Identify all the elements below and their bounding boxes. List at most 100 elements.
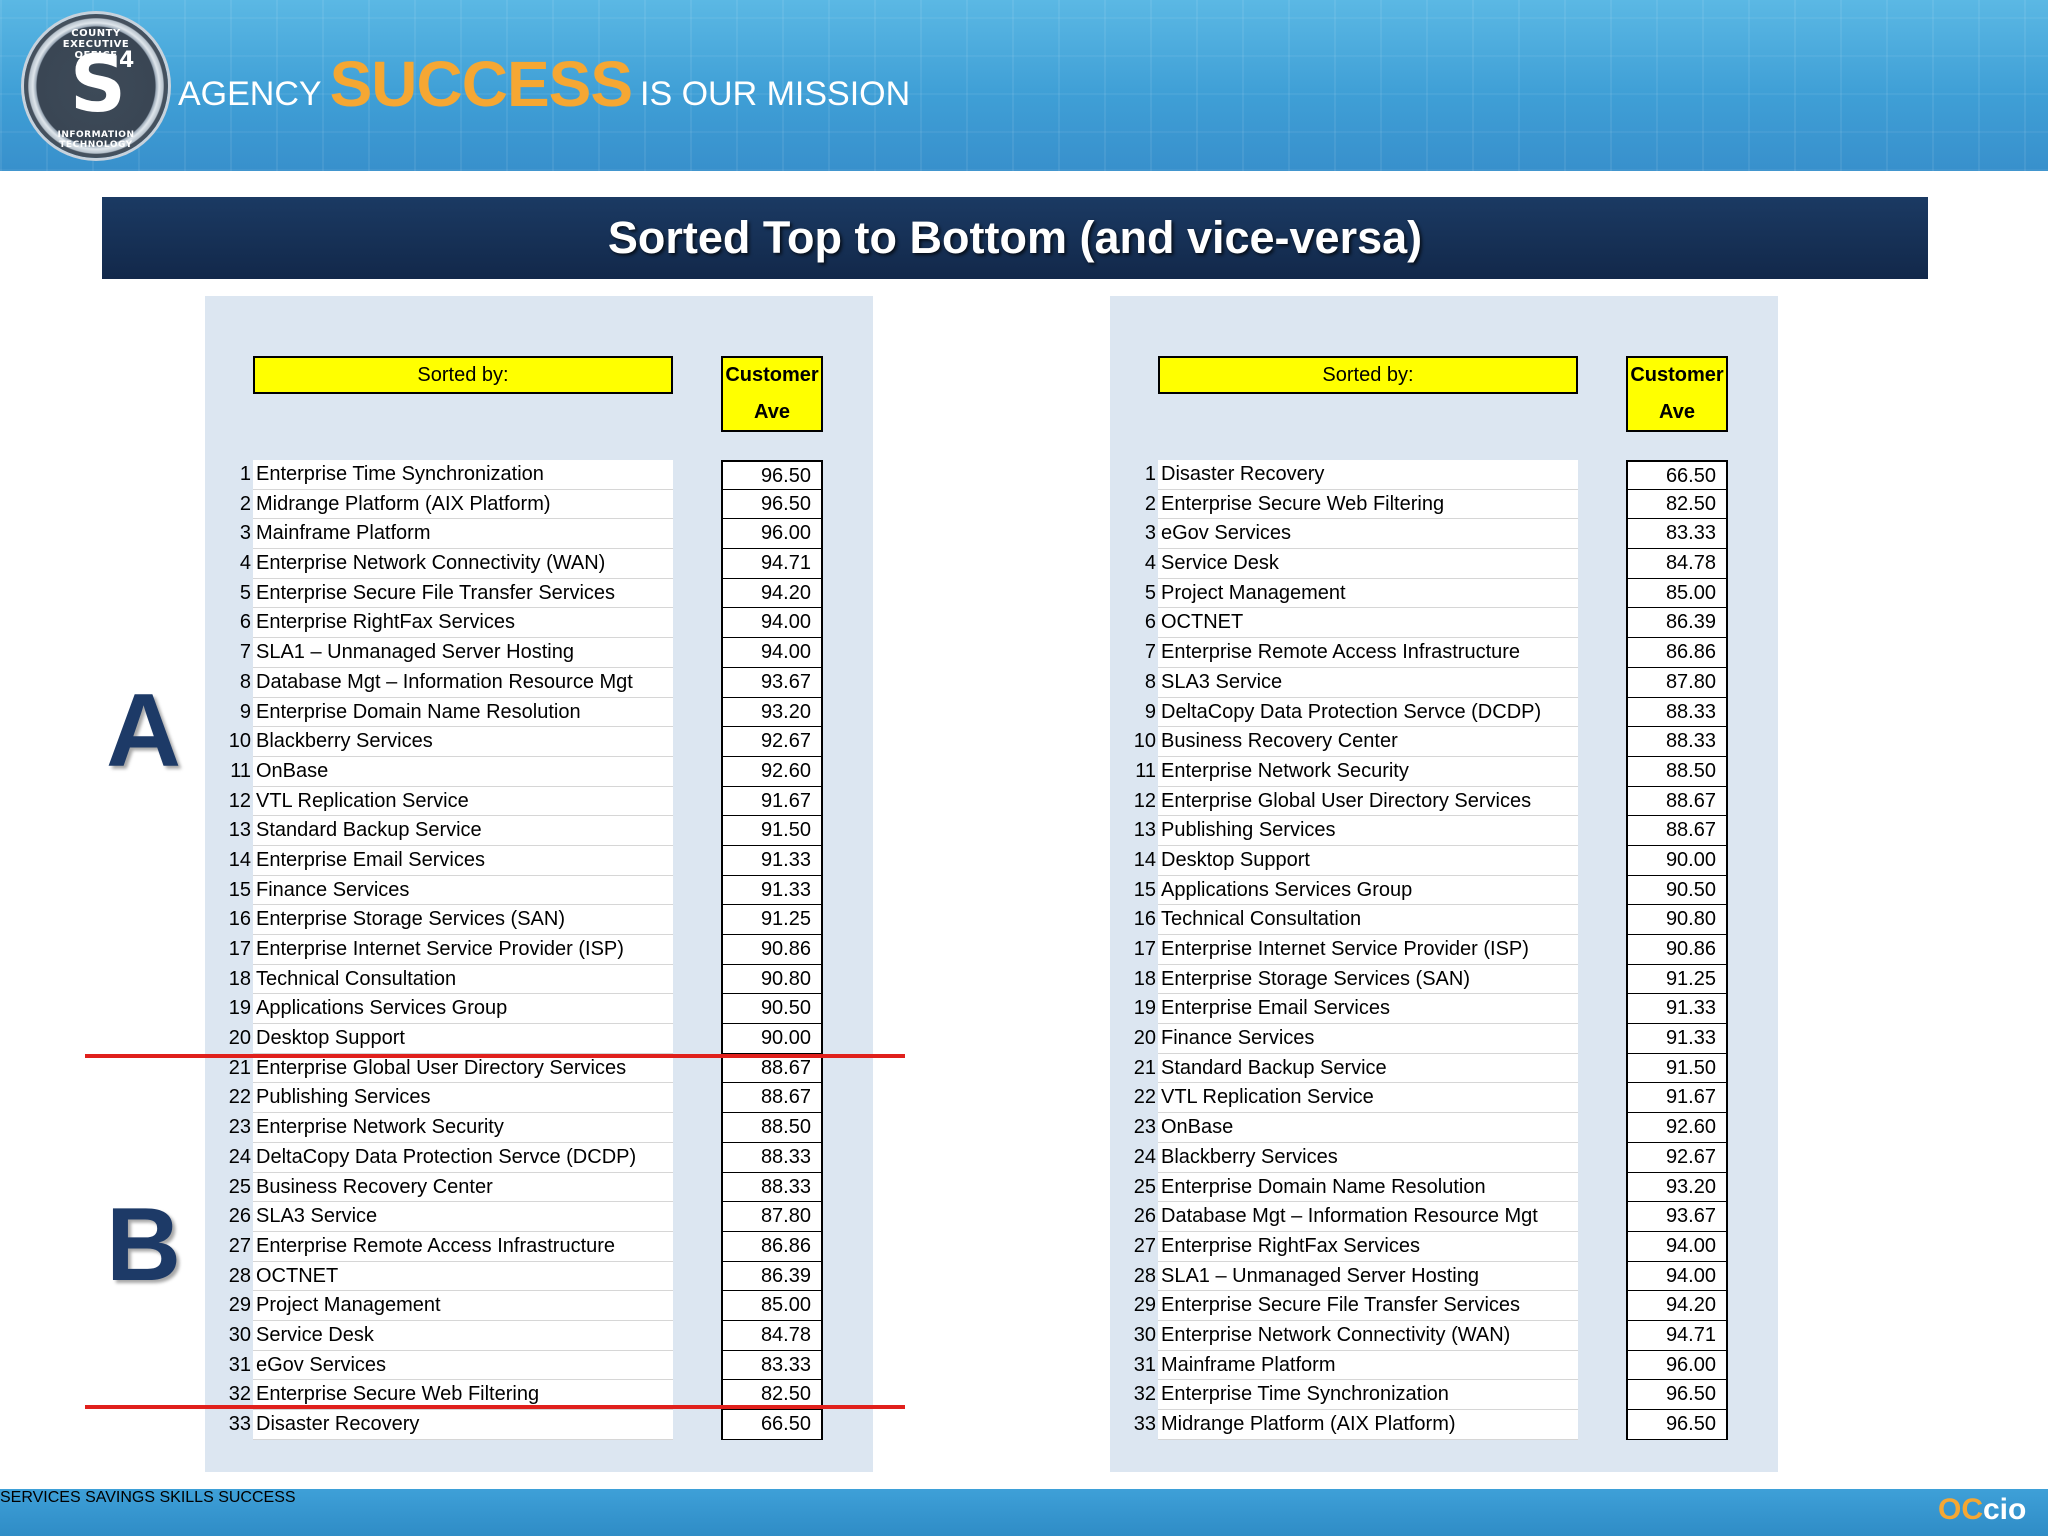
table-row: 29 Enterprise Secure File Transfer Servic… [1110, 1291, 1778, 1321]
row-service-name: Technical Consultation [1158, 905, 1578, 935]
row-rank: 26 [228, 1205, 251, 1228]
table-row: 15 Applications Services Group 90.50 [1110, 875, 1778, 906]
row-rank: 6 [239, 611, 251, 634]
row-customer-ave: 88.67 [721, 1053, 823, 1084]
row-service-name: SLA1 – Unmanaged Server Hosting [253, 638, 673, 668]
table-row: 24 Blackberry Services 92.67 [1110, 1142, 1778, 1173]
table-row: 16 Enterprise Storage Services (SAN) 91.25 [205, 905, 873, 935]
table-row: 31 eGov Services 83.33 [205, 1350, 873, 1381]
row-rank: 21 [228, 1056, 251, 1079]
row-rank: 22 [228, 1086, 251, 1109]
occio-logo: OCcio [1938, 1493, 2038, 1533]
footer-link-success[interactable]: SUCCESS [218, 1489, 295, 1506]
row-service-name: Enterprise Secure File Transfer Services [1158, 1291, 1578, 1321]
row-rank: 5 [1144, 581, 1156, 604]
row-customer-ave: 96.00 [1626, 1350, 1728, 1381]
footer-link-savings[interactable]: SAVINGS [85, 1489, 155, 1506]
table-row: 3 Mainframe Platform 96.00 [205, 519, 873, 550]
row-rank: 30 [228, 1323, 251, 1346]
row-customer-ave: 93.20 [1626, 1172, 1728, 1203]
table-row: 12 VTL Replication Service 91.67 [205, 786, 873, 817]
row-rank: 21 [1133, 1056, 1156, 1079]
row-service-name: Desktop Support [1158, 845, 1578, 876]
row-service-name: Blackberry Services [253, 727, 673, 757]
row-rank: 20 [1133, 1027, 1156, 1050]
row-service-name: Business Recovery Center [1158, 727, 1578, 757]
row-rank: 23 [228, 1116, 251, 1139]
row-rank: 6 [1144, 611, 1156, 634]
row-service-name: Enterprise Time Synchronization [253, 460, 673, 490]
row-service-name: Standard Backup Service [1158, 1053, 1578, 1084]
row-customer-ave: 90.80 [1626, 905, 1728, 935]
row-customer-ave: 91.50 [1626, 1053, 1728, 1084]
row-customer-ave: 91.33 [721, 875, 823, 906]
table-row: 18 Enterprise Storage Services (SAN) 91.25 [1110, 964, 1778, 995]
row-customer-ave: 94.00 [721, 638, 823, 668]
table-row: 20 Finance Services 91.33 [1110, 1024, 1778, 1054]
row-rank: 24 [228, 1145, 251, 1168]
row-service-name: Enterprise Domain Name Resolution [253, 697, 673, 728]
row-customer-ave: 88.67 [721, 1083, 823, 1114]
row-service-name: Disaster Recovery [253, 1410, 673, 1440]
row-customer-ave: 94.20 [1626, 1291, 1728, 1321]
table-row: 24 DeltaCopy Data Protection Servce (DCDP… [205, 1142, 873, 1173]
row-service-name: eGov Services [253, 1350, 673, 1381]
row-rank: 4 [239, 552, 251, 575]
row-service-name: Enterprise RightFax Services [253, 608, 673, 639]
row-service-name: Enterprise Global User Directory Service… [253, 1053, 673, 1084]
row-service-name: Business Recovery Center [253, 1172, 673, 1203]
row-rank: 28 [228, 1264, 251, 1287]
row-service-name: OnBase [253, 756, 673, 787]
row-rank: 25 [228, 1175, 251, 1198]
table-row: 26 SLA3 Service 87.80 [205, 1202, 873, 1232]
row-rank: 14 [1133, 848, 1156, 871]
customer-header-line2: Ave [754, 401, 790, 423]
row-customer-ave: 94.71 [1626, 1320, 1728, 1351]
table-row: 22 VTL Replication Service 91.67 [1110, 1083, 1778, 1114]
table-row: 23 Enterprise Network Security 88.50 [205, 1113, 873, 1143]
row-customer-ave: 91.67 [721, 786, 823, 817]
row-rank: 5 [239, 581, 251, 604]
row-service-name: Service Desk [253, 1320, 673, 1351]
row-customer-ave: 90.00 [721, 1024, 823, 1054]
row-rank: 26 [1133, 1205, 1156, 1228]
row-service-name: OCTNET [1158, 608, 1578, 639]
row-customer-ave: 92.67 [721, 727, 823, 757]
footer-link-skills[interactable]: SKILLS [159, 1489, 213, 1506]
occio-logo-oc: OC [1938, 1493, 1983, 1526]
footer-link-services[interactable]: SERVICES [0, 1489, 81, 1506]
row-customer-ave: 86.39 [1626, 608, 1728, 639]
row-rank: 17 [228, 938, 251, 960]
row-rank: 18 [1133, 967, 1156, 990]
row-rank: 18 [228, 967, 251, 990]
row-service-name: DeltaCopy Data Protection Servce (DCDP) [1158, 697, 1578, 728]
row-rank: 33 [1133, 1413, 1156, 1435]
row-customer-ave: 91.67 [1626, 1083, 1728, 1114]
table-row: 2 Midrange Platform (AIX Platform) 96.50 [205, 489, 873, 520]
row-customer-ave: 83.33 [721, 1350, 823, 1381]
right-table-rows: 1 Disaster Recovery 66.50 2 Enterprise Secur… [1110, 460, 1778, 1440]
row-service-name: Disaster Recovery [1158, 460, 1578, 490]
row-service-name: Enterprise Storage Services (SAN) [253, 905, 673, 935]
row-rank: 3 [1144, 522, 1156, 545]
row-rank: 19 [228, 997, 251, 1020]
row-rank: 29 [228, 1294, 251, 1317]
table-row: 8 Database Mgt – Information Resource Mgt… [205, 667, 873, 698]
row-customer-ave: 90.86 [721, 935, 823, 965]
row-customer-ave: 92.60 [1626, 1113, 1728, 1143]
table-row: 5 Enterprise Secure File Transfer Service… [205, 578, 873, 609]
row-customer-ave: 96.50 [721, 489, 823, 520]
table-row: 29 Project Management 85.00 [205, 1291, 873, 1321]
row-rank: 33 [228, 1413, 251, 1435]
row-customer-ave: 96.50 [1626, 1380, 1728, 1410]
row-service-name: Enterprise Internet Service Provider (IS… [253, 935, 673, 965]
row-rank: 9 [1144, 700, 1156, 723]
seal-ring-bottom-text: INFORMATION TECHNOLOGY [57, 130, 135, 150]
row-customer-ave: 94.00 [1626, 1261, 1728, 1292]
table-row: 33 Midrange Platform (AIX Platform) 96.50 [1110, 1410, 1778, 1440]
row-rank: 31 [1133, 1353, 1156, 1376]
occio-logo-cio: cio [1983, 1493, 2027, 1526]
row-customer-ave: 83.33 [1626, 519, 1728, 550]
table-row: 9 DeltaCopy Data Protection Servce (DCDP)… [1110, 697, 1778, 728]
table-row: 18 Technical Consultation 90.80 [205, 964, 873, 995]
